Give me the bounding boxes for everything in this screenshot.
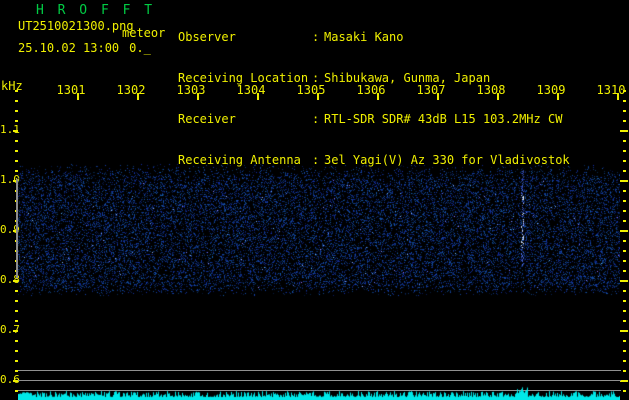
tick-mark	[620, 230, 628, 232]
tick-mark	[623, 300, 626, 302]
tick-mark	[437, 93, 439, 100]
x-tick-label: 1304	[236, 84, 266, 96]
status-counter: 0._	[129, 41, 151, 55]
tick-mark	[197, 93, 199, 100]
tick-mark	[623, 200, 626, 202]
tick-mark	[377, 93, 379, 100]
tick-mark	[623, 310, 626, 312]
spectrogram-canvas	[18, 100, 620, 400]
output-filename: UT2510021300.png	[18, 19, 134, 33]
app-title: H R O F F T	[36, 3, 155, 18]
tick-mark	[623, 210, 626, 212]
tick-mark	[623, 90, 626, 92]
datetime-line: 25.10.02 13:00 0._	[18, 41, 151, 55]
tick-mark	[623, 290, 626, 292]
info-value: Masaki Kano	[324, 30, 403, 44]
tick-mark	[620, 280, 628, 282]
tick-mark	[623, 260, 626, 262]
tick-mark	[497, 93, 499, 100]
tick-mark	[623, 100, 626, 102]
tick-mark	[620, 180, 628, 182]
tick-mark	[617, 93, 619, 100]
info-value: Shibukawa, Gunma, Japan	[324, 71, 490, 85]
x-tick-label: 1301	[56, 84, 86, 96]
tick-mark	[623, 140, 626, 142]
tick-mark	[623, 220, 626, 222]
tick-mark	[623, 350, 626, 352]
x-tick-label: 1310	[596, 84, 626, 96]
x-tick-label: 1309	[536, 84, 566, 96]
tick-mark	[623, 170, 626, 172]
tick-mark	[623, 240, 626, 242]
x-tick-label: 1302	[116, 84, 146, 96]
x-tick-label: 1307	[416, 84, 446, 96]
tick-mark	[623, 320, 626, 322]
tick-mark	[557, 93, 559, 100]
tick-mark	[317, 93, 319, 100]
tick-mark	[623, 370, 626, 372]
tick-mark	[623, 160, 626, 162]
tick-mark	[257, 93, 259, 100]
tick-mark	[623, 340, 626, 342]
info-label: Observer	[178, 31, 312, 44]
tick-mark	[623, 150, 626, 152]
x-tick-label: 1303	[176, 84, 206, 96]
tick-mark	[137, 93, 139, 100]
tick-mark	[15, 90, 18, 92]
tick-mark	[620, 330, 628, 332]
station-info-row: Observer: Masaki Kano	[178, 31, 570, 44]
frame-datetime: 25.10.02 13:00	[18, 41, 119, 55]
tick-mark	[623, 190, 626, 192]
tick-mark	[77, 93, 79, 100]
tick-mark	[623, 390, 626, 392]
tick-mark	[623, 360, 626, 362]
hrofft-window: H R O F F T UT2510021300.png meteor 25.1…	[0, 0, 629, 400]
x-tick-label: 1306	[356, 84, 386, 96]
info-separator: :	[312, 31, 324, 44]
tick-mark	[623, 250, 626, 252]
tick-mark	[623, 110, 626, 112]
observation-label: meteor	[122, 26, 165, 40]
x-tick-label: 1305	[296, 84, 326, 96]
x-tick-label: 1308	[476, 84, 506, 96]
y-axis-unit: kHz	[1, 79, 23, 93]
tick-mark	[620, 130, 628, 132]
tick-mark	[623, 120, 626, 122]
tick-mark	[620, 380, 628, 382]
tick-mark	[623, 270, 626, 272]
